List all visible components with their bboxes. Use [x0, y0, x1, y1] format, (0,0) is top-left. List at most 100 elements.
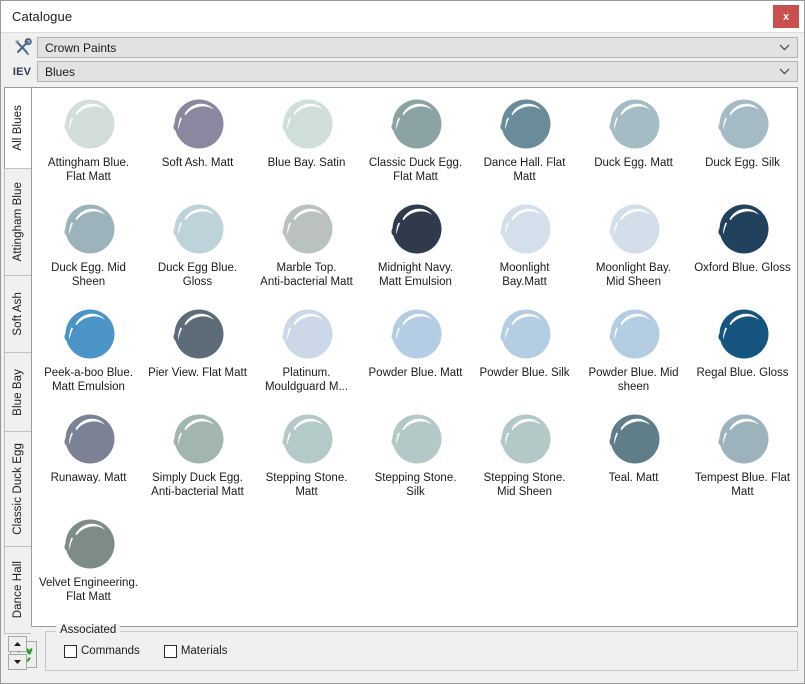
swatch-label: Powder Blue. Mid sheen — [588, 367, 679, 393]
paint-blob-icon — [489, 94, 561, 156]
paint-blob-icon — [271, 304, 343, 366]
swatch-label: Velvet Engineering. Flat Matt — [38, 577, 139, 603]
associated-checkbox-commands[interactable]: Commands — [64, 644, 140, 658]
associated-checkbox-materials[interactable]: Materials — [163, 644, 227, 658]
swatch-item[interactable]: Attingham Blue. Flat Matt — [34, 90, 143, 195]
scroll-down-icon[interactable] — [8, 654, 27, 670]
swatch-item[interactable]: Powder Blue. Silk — [470, 300, 579, 405]
swatch-label: Teal. Matt — [608, 472, 659, 484]
swatch-item[interactable]: Stepping Stone. Mid Sheen — [470, 405, 579, 510]
category-tab-attingham-blue[interactable]: Attingham Blue — [4, 168, 31, 276]
close-icon: x — [782, 10, 790, 23]
swatch-item[interactable]: Soft Ash. Matt — [143, 90, 252, 195]
iev-selector-row: IEV Blues — [7, 61, 798, 82]
scroll-up-icon[interactable] — [8, 636, 27, 652]
swatch-item[interactable]: Simply Duck Egg. Anti-bacterial Matt — [143, 405, 252, 510]
swatch-item[interactable]: Stepping Stone. Matt — [252, 405, 361, 510]
window-title: Catalogue — [12, 9, 73, 24]
checkbox-box[interactable] — [163, 644, 177, 658]
swatch-label: Blue Bay. Satin — [267, 157, 346, 169]
swatch-label: Moonlight Bay. Mid Sheen — [595, 262, 672, 288]
checkbox-box[interactable] — [64, 644, 77, 658]
paint-blob-icon — [162, 199, 234, 261]
paint-blob-icon — [489, 304, 561, 366]
category-tab-label: Blue Bay — [12, 368, 24, 416]
swatch-item[interactable]: Platinum. Mouldguard M... — [252, 300, 361, 405]
paint-blob-icon — [380, 94, 452, 156]
swatch-item[interactable]: Blue Bay. Satin — [252, 90, 361, 195]
swatch-label: Midnight Navy. Matt Emulsion — [377, 262, 454, 288]
swatch-label: Tempest Blue. Flat Matt — [694, 472, 791, 498]
swatch-label: Soft Ash. Matt — [161, 157, 234, 169]
swatch-item[interactable]: Duck Egg. Mid Sheen — [34, 195, 143, 300]
paint-blob-icon — [271, 199, 343, 261]
swatch-item[interactable]: Peek-a-boo Blue. Matt Emulsion — [34, 300, 143, 405]
swatch-item[interactable]: Duck Egg. Silk — [688, 90, 797, 195]
swatch-label: Powder Blue. Matt — [368, 367, 463, 379]
swatch-label: Moonlight Bay.Matt — [499, 262, 550, 288]
swatch-item[interactable]: Powder Blue. Mid sheen — [579, 300, 688, 405]
paint-blob-icon — [53, 94, 125, 156]
category-tab-classic-duck-egg[interactable]: Classic Duck Egg — [4, 431, 31, 547]
swatch-label: Duck Egg Blue. Gloss — [157, 262, 238, 288]
swatch-label: Attingham Blue. Flat Matt — [47, 157, 130, 183]
swatch-item[interactable]: Velvet Engineering. Flat Matt — [34, 510, 143, 615]
paint-blob-icon — [271, 94, 343, 156]
category-tab-dance-hall[interactable]: Dance Hall — [4, 546, 31, 634]
category-tab-label: Soft Ash — [12, 292, 24, 336]
paint-blob-icon — [53, 409, 125, 471]
swatch-item[interactable]: Tempest Blue. Flat Matt — [688, 405, 797, 510]
category-tab-label: Classic Duck Egg — [12, 443, 24, 535]
associated-group-title: Associated — [56, 624, 121, 636]
swatch-item[interactable]: Oxford Blue. Gloss — [688, 195, 797, 300]
chevron-down-icon — [779, 38, 790, 57]
paint-blob-icon — [271, 409, 343, 471]
paint-blob-icon — [489, 409, 561, 471]
swatch-item[interactable]: Duck Egg. Matt — [579, 90, 688, 195]
swatch-item[interactable]: Moonlight Bay. Mid Sheen — [579, 195, 688, 300]
swatch-label: Oxford Blue. Gloss — [694, 262, 791, 274]
swatch-item[interactable]: Powder Blue. Matt — [361, 300, 470, 405]
category-tab-blue-bay[interactable]: Blue Bay — [4, 352, 31, 432]
paint-blob-icon — [707, 409, 779, 471]
associated-checkbox-row: Commands Materials — [46, 644, 227, 658]
swatch-label: Runaway. Matt — [50, 472, 127, 484]
paint-blob-icon — [380, 199, 452, 261]
paint-blob-icon — [162, 94, 234, 156]
paint-blob-icon — [53, 304, 125, 366]
swatch-label: Stepping Stone. Matt — [265, 472, 348, 498]
iev-combobox[interactable]: Blues — [37, 61, 798, 82]
close-button[interactable]: x — [773, 5, 799, 28]
swatch-item[interactable]: Duck Egg Blue. Gloss — [143, 195, 252, 300]
swatch-label: Dance Hall. Flat Matt — [483, 157, 566, 183]
paint-blob-icon — [489, 199, 561, 261]
swatch-item[interactable]: Classic Duck Egg. Flat Matt — [361, 90, 470, 195]
category-tab-soft-ash[interactable]: Soft Ash — [4, 275, 31, 353]
swatch-item[interactable]: Marble Top. Anti-bacterial Matt — [252, 195, 361, 300]
swatch-label: Duck Egg. Silk — [705, 157, 780, 169]
brand-combobox-value: Crown Paints — [45, 40, 117, 55]
category-tab-strip: All Blues Attingham Blue Soft Ash Blue Bay C… — [4, 87, 31, 670]
swatch-item[interactable]: Moonlight Bay.Matt — [470, 195, 579, 300]
swatch-item[interactable]: Regal Blue. Gloss — [688, 300, 797, 405]
checkbox-label: Commands — [81, 645, 140, 657]
swatch-item[interactable]: Stepping Stone. Silk — [361, 405, 470, 510]
swatch-item[interactable]: Runaway. Matt — [34, 405, 143, 510]
swatch-item[interactable]: Teal. Matt — [579, 405, 688, 510]
paint-blob-icon — [598, 94, 670, 156]
swatch-label: Duck Egg. Mid Sheen — [51, 262, 126, 288]
category-tab-all-blues[interactable]: All Blues — [4, 87, 31, 169]
swatch-item[interactable]: Pier View. Flat Matt — [143, 300, 252, 405]
tools-icon — [7, 37, 37, 58]
swatch-label: Powder Blue. Silk — [479, 367, 570, 379]
swatch-label: Simply Duck Egg. Anti-bacterial Matt — [151, 472, 244, 498]
swatch-item[interactable]: Midnight Navy. Matt Emulsion — [361, 195, 470, 300]
brand-combobox[interactable]: Crown Paints — [37, 37, 798, 58]
catalogue-window: Catalogue x Crown Paints IEV Blues All B… — [0, 0, 805, 684]
chevron-down-icon — [779, 62, 790, 81]
category-tab-label: Dance Hall — [12, 561, 24, 619]
tab-scroll-buttons — [4, 633, 31, 674]
category-tab-label: All Blues — [12, 105, 24, 151]
iev-label: IEV — [12, 65, 32, 78]
swatch-item[interactable]: Dance Hall. Flat Matt — [470, 90, 579, 195]
